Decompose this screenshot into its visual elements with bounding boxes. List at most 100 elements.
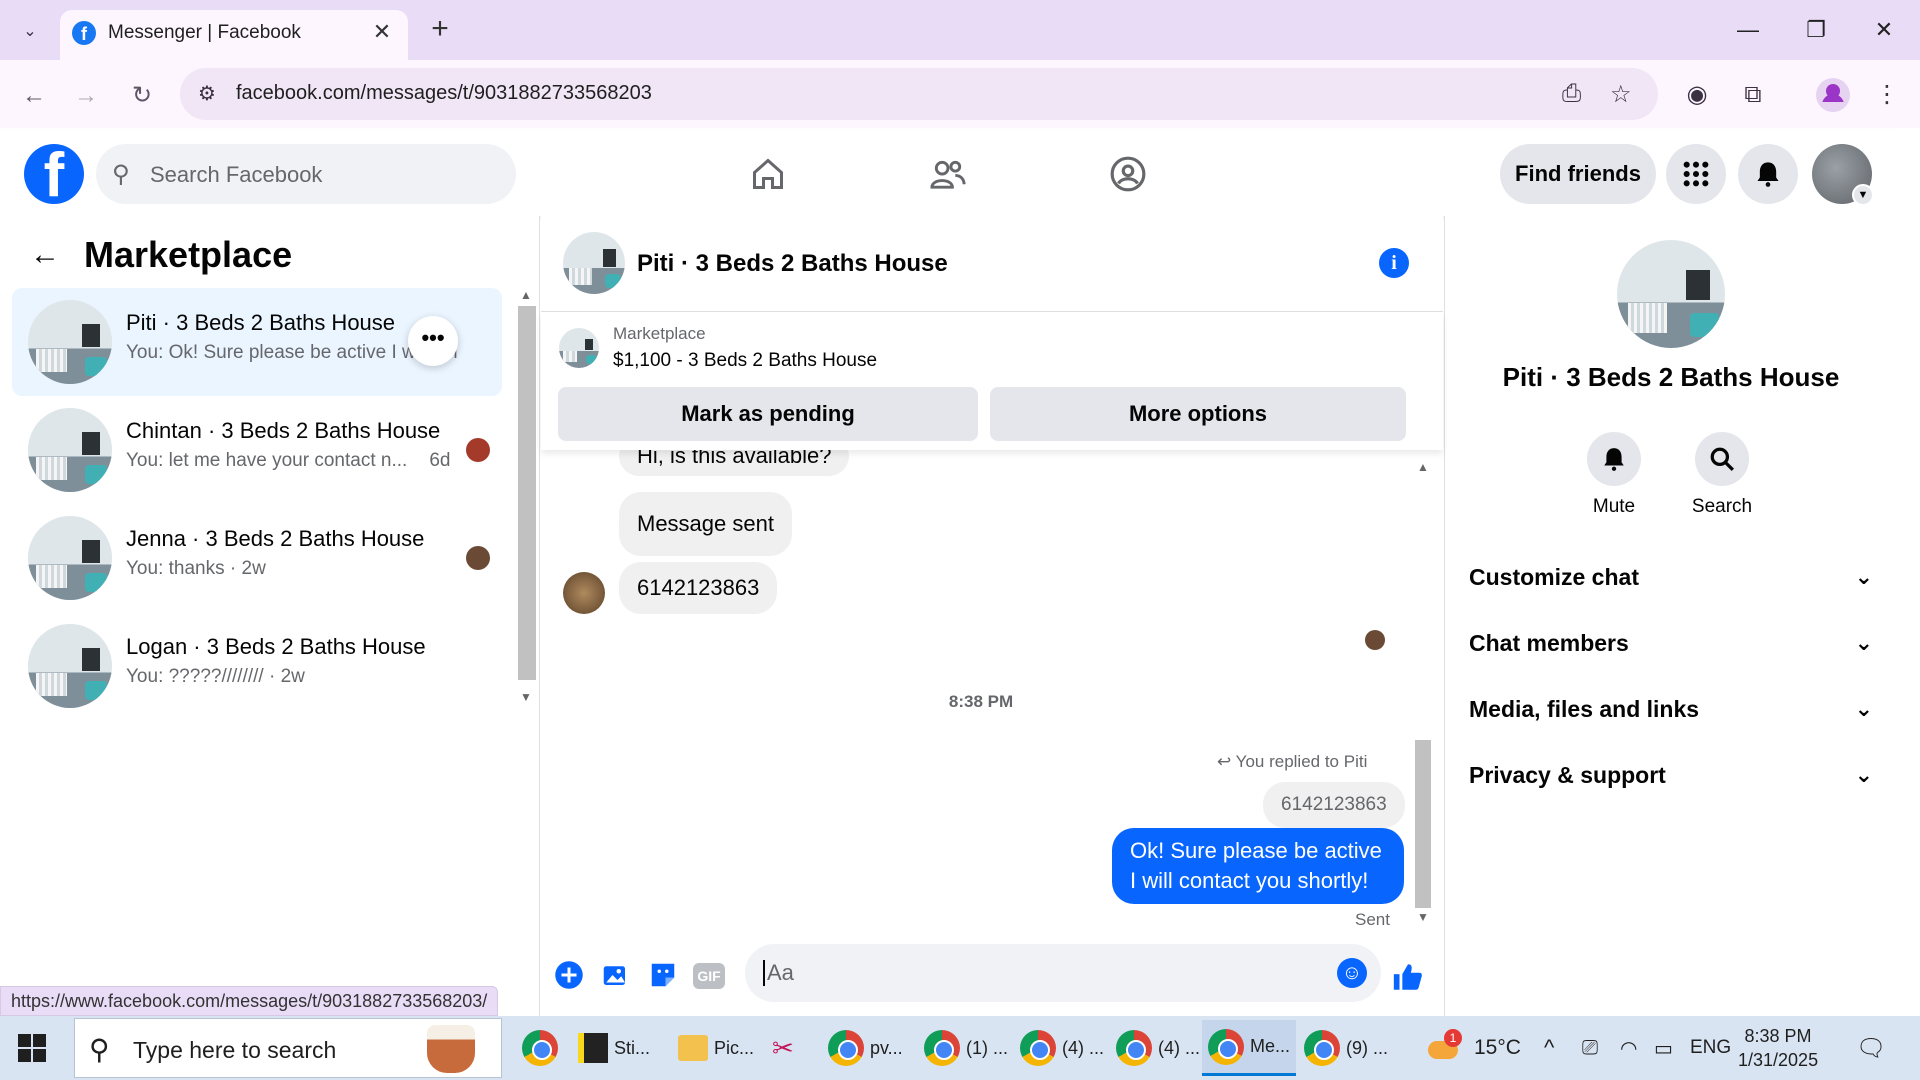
thumbs-up-icon[interactable] — [1391, 960, 1423, 992]
media-files-links-section[interactable]: Media, files and links ⌄ — [1469, 676, 1873, 742]
tab-search-dropdown-icon[interactable]: ⌄ — [10, 14, 50, 48]
menu-grid-icon[interactable] — [1666, 144, 1726, 204]
minimize-icon[interactable]: — — [1718, 8, 1778, 52]
taskbar-app-chrome-5[interactable]: (9) ... — [1298, 1020, 1394, 1076]
listing-thumbnail[interactable] — [559, 328, 599, 368]
taskbar-app-chrome-3[interactable]: (4) ... — [1014, 1020, 1110, 1076]
chat-members-section[interactable]: Chat members ⌄ — [1469, 610, 1873, 676]
customize-chat-section[interactable]: Customize chat ⌄ — [1469, 544, 1873, 610]
forward-icon[interactable]: → — [68, 78, 104, 114]
emoji-icon[interactable]: ☺ — [1337, 958, 1367, 988]
incoming-message[interactable]: Message sent — [619, 492, 792, 556]
taskbar-chrome[interactable] — [516, 1020, 564, 1076]
chat-thumbnail[interactable] — [563, 232, 625, 294]
taskbar-app-messenger[interactable]: Me... — [1202, 1020, 1297, 1076]
wifi-icon[interactable]: ◠ — [1620, 1016, 1637, 1080]
quoted-message[interactable]: 6142123863 — [1263, 782, 1405, 828]
scroll-down-icon[interactable]: ▼ — [520, 690, 532, 704]
new-tab-icon[interactable]: + — [422, 12, 458, 48]
taskbar-app-chrome-4[interactable]: (4) ... — [1110, 1020, 1206, 1076]
extensions-icon[interactable]: ⧉ — [1736, 78, 1770, 112]
conversation-item[interactable]: Logan · 3 Beds 2 Baths House You: ?????/… — [12, 612, 502, 720]
scroll-down-icon[interactable]: ▼ — [1417, 910, 1429, 924]
conversation-item[interactable]: Chintan · 3 Beds 2 Baths House You: let … — [12, 396, 502, 504]
friends-nav-icon[interactable] — [918, 146, 978, 202]
scroll-thumb[interactable] — [518, 306, 536, 680]
taskbar-search-input[interactable]: ⚲ Type here to search — [74, 1018, 502, 1078]
conversation-item[interactable]: Jenna · 3 Beds 2 Baths House You: thanks… — [12, 504, 502, 612]
tab-title: Messenger | Facebook — [108, 22, 301, 43]
scroll-up-icon[interactable]: ▲ — [1417, 460, 1429, 474]
marketplace-label: Marketplace — [613, 324, 706, 343]
page-scrollbar[interactable] — [1896, 130, 1920, 1016]
account-avatar[interactable]: ▼ — [1812, 144, 1874, 206]
chat-scrollbar[interactable]: ▲ ▼ — [1413, 460, 1433, 930]
link-status-bar: https://www.facebook.com/messages/t/9031… — [0, 986, 499, 1016]
taskbar-app-chrome-1[interactable]: pv... — [822, 1020, 909, 1076]
active-tab[interactable]: f Messenger | Facebook ✕ — [60, 10, 408, 60]
back-arrow-icon[interactable]: ← — [30, 238, 60, 272]
back-icon[interactable]: ← — [16, 78, 52, 114]
conversation-item[interactable]: Piti · 3 Beds 2 Baths House You: Ok! Sur… — [12, 288, 502, 396]
find-friends-button[interactable]: Find friends — [1500, 144, 1656, 204]
browser-menu-icon[interactable]: ⋮ — [1870, 78, 1904, 112]
reload-icon[interactable]: ↻ — [124, 78, 160, 114]
info-icon[interactable]: i — [1379, 248, 1409, 278]
bookmark-star-icon[interactable]: ☆ — [1610, 80, 1632, 109]
chat-title[interactable]: Piti · 3 Beds 2 Baths House — [637, 250, 948, 278]
home-nav-icon[interactable] — [738, 146, 798, 202]
taskbar-app-chrome-2[interactable]: (1) ... — [918, 1020, 1014, 1076]
notification-center-icon[interactable]: 🗨 — [1856, 1016, 1886, 1080]
chrome-icon — [1208, 1028, 1244, 1065]
listing-thumbnail[interactable] — [1617, 240, 1725, 348]
close-window-icon[interactable]: ✕ — [1854, 8, 1914, 52]
account-chevron-down-icon[interactable]: ▼ — [1852, 184, 1874, 206]
assistant-icon[interactable]: ◉ — [1680, 78, 1714, 112]
conversation-preview: You: ?????//////// · 2w — [126, 666, 305, 687]
more-options-icon[interactable]: ••• — [408, 316, 458, 366]
address-bar[interactable]: ⚙ facebook.com/messages/t/90318827335682… — [180, 68, 1658, 120]
taskbar-app-sticky[interactable]: Sti... — [572, 1020, 656, 1076]
privacy-support-section[interactable]: Privacy & support ⌄ — [1469, 742, 1873, 808]
restore-icon[interactable]: ❐ — [1786, 8, 1846, 52]
facebook-search-input[interactable]: ⚲ Search Facebook — [96, 144, 516, 204]
mark-as-pending-button[interactable]: Mark as pending — [558, 387, 978, 441]
reply-indicator: ↩ You replied to Piti — [1217, 752, 1368, 771]
search-conversation-button[interactable]: Search — [1667, 432, 1777, 518]
mute-button[interactable]: Mute — [1559, 432, 1669, 518]
listing-thumbnail — [28, 300, 112, 384]
site-info-icon[interactable]: ⚙ — [194, 81, 220, 107]
scroll-thumb[interactable] — [1415, 740, 1431, 908]
sticky-notes-icon — [578, 1033, 608, 1063]
groups-nav-icon[interactable] — [1098, 146, 1158, 202]
sticker-icon[interactable] — [647, 960, 679, 992]
sender-avatar[interactable] — [563, 572, 605, 614]
facebook-logo-icon[interactable]: f — [24, 144, 84, 204]
battery-icon[interactable]: ▭ — [1654, 1016, 1673, 1080]
url-text[interactable]: facebook.com/messages/t/9031882733568203 — [236, 82, 652, 105]
scroll-up-icon[interactable]: ▲ — [520, 288, 532, 302]
read-receipt-avatar — [1365, 630, 1385, 650]
gif-icon[interactable]: GIF — [693, 963, 725, 989]
taskbar-app-pictures[interactable]: Pic... — [672, 1020, 760, 1076]
list-scrollbar[interactable]: ▲ ▼ — [516, 288, 538, 708]
listing-title[interactable]: $1,100 - 3 Beds 2 Baths House — [613, 350, 877, 372]
weather-widget[interactable]: 1 15°C — [1428, 1016, 1521, 1080]
taskbar-snipping-tool[interactable]: ✂ — [766, 1020, 800, 1076]
windows-start-icon[interactable] — [18, 1034, 46, 1062]
show-hidden-icons-chevron-icon[interactable]: ^ — [1544, 1016, 1554, 1080]
add-plus-icon[interactable] — [553, 960, 585, 992]
language-indicator[interactable]: ENG — [1690, 1016, 1731, 1080]
system-clock[interactable]: 8:38 PM 1/31/2025 — [1738, 1024, 1818, 1072]
notifications-bell-icon[interactable] — [1738, 144, 1798, 204]
install-app-icon[interactable]: ⎙ — [1562, 80, 1581, 108]
more-options-button[interactable]: More options — [990, 387, 1406, 441]
browser-profile-icon[interactable] — [1816, 78, 1850, 112]
outgoing-message[interactable]: Ok! Sure please be active I will contact… — [1112, 828, 1404, 904]
photo-icon[interactable] — [599, 960, 631, 992]
close-tab-icon[interactable]: ✕ — [368, 18, 396, 46]
meet-now-icon[interactable]: ⎚ — [1582, 1016, 1598, 1080]
listing-thumbnail — [28, 624, 112, 708]
incoming-message[interactable]: 6142123863 — [619, 562, 778, 614]
message-input[interactable]: Aa ☺ — [745, 944, 1381, 1002]
